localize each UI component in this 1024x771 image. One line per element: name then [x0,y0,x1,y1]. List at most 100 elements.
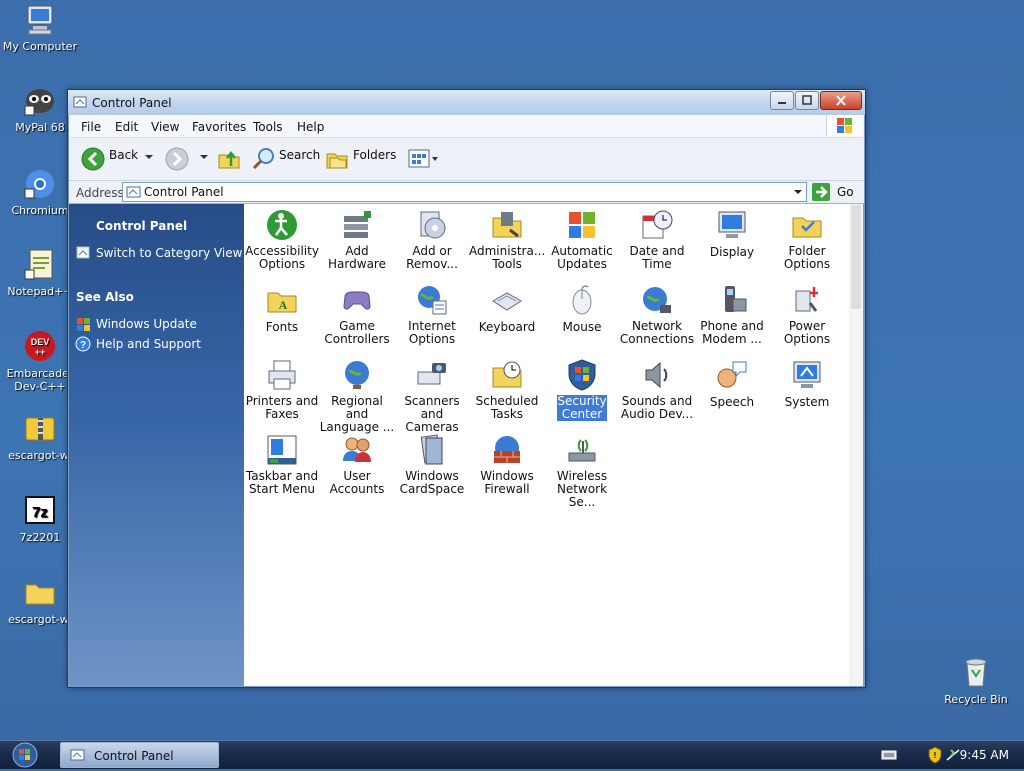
cp-item-user-accounts[interactable]: User Accounts [319,433,395,496]
cp-item-label: Automatic Updates [551,244,613,271]
cp-item-keyboard[interactable]: Keyboard [469,283,545,334]
scrollbar-thumb[interactable] [851,205,861,309]
window-title: Control Panel [92,96,172,110]
forward-dropdown-button[interactable] [199,152,209,165]
close-button[interactable] [820,91,862,110]
search-label[interactable]: Search [279,148,320,162]
help-support-link[interactable]: Help and Support [96,337,201,351]
forward-arrow-icon [165,147,189,171]
cp-item-printers-faxes[interactable]: Printers and Faxes [244,358,320,421]
start-button[interactable] [6,742,42,768]
security-shield-tray-icon[interactable]: ! [927,746,943,767]
cp-item-add-hardware[interactable]: Add Hardware [319,208,395,271]
cp-item-game-controllers[interactable]: Game Controllers [319,283,395,346]
network-tray-icon[interactable] [945,746,961,767]
cp-item-wireless-network[interactable]: Wireless Network Se... [544,433,620,509]
title-bar[interactable]: Control Panel [68,90,865,115]
menu-view[interactable]: View [151,120,179,134]
back-dropdown-button[interactable] [144,152,154,165]
cp-item-label: Date and Time [629,244,685,271]
firewall-icon [490,433,524,467]
phone-modem-icon [715,283,749,317]
go-label: Go [837,185,854,199]
cp-item-regional-language[interactable]: Regional and Language ... [319,358,395,434]
cp-item-label: Scanners and Cameras [404,394,460,434]
fonts-icon: A [265,283,299,317]
desktop-icon-my-computer[interactable]: My Computer [1,3,79,53]
cp-item-label: Administra... Tools [469,244,546,271]
forward-button[interactable] [165,147,189,174]
minimize-button[interactable] [770,91,794,110]
cp-item-security-center[interactable]: Security Center [544,358,620,421]
svg-text:!: ! [934,751,937,760]
cp-item-label: Keyboard [478,320,536,334]
maximize-button[interactable] [795,91,819,110]
game-controllers-icon [340,283,374,317]
cp-item-date-time[interactable]: Date and Time [619,208,695,271]
printers-faxes-icon [265,358,299,392]
cp-item-internet-options[interactable]: Internet Options [394,283,470,346]
cp-item-system[interactable]: System [769,358,845,409]
cp-item-label: Windows Firewall [480,469,534,496]
security-center-icon [565,358,599,392]
address-bar: Address Control Panel Go [69,181,864,204]
menu-tools[interactable]: Tools [253,120,283,134]
cp-item-administrative-tools[interactable]: Administra... Tools [469,208,545,271]
address-label: Address [76,186,124,200]
pane-title: Control Panel [96,219,188,233]
menu-favorites[interactable]: Favorites [192,120,246,134]
control-panel-icon [73,95,87,109]
folders-button[interactable] [325,147,349,174]
cp-item-speech[interactable]: Speech [694,358,770,409]
go-button[interactable]: Go [811,182,861,202]
mypal-icon [23,84,57,118]
menu-edit[interactable]: Edit [115,120,138,134]
cp-item-label: Internet Options [408,319,456,346]
back-button[interactable] [81,147,105,174]
back-label[interactable]: Back [109,148,138,162]
cp-item-scanners-cameras[interactable]: Scanners and Cameras [394,358,470,434]
taskbar-clock: 9:45 AM [959,748,1009,762]
cp-item-sounds-audio[interactable]: Sounds and Audio Dev... [619,358,695,421]
address-dropdown-button[interactable] [790,183,806,201]
cp-item-scheduled-tasks[interactable]: Scheduled Tasks [469,358,545,421]
desktop-icon-recycle-bin[interactable]: Recycle Bin [937,656,1015,706]
search-button[interactable] [252,147,276,174]
internet-options-icon [415,283,449,317]
cp-item-add-remove-programs[interactable]: Add or Remov... [394,208,470,271]
minimize-icon [778,102,786,104]
keyboard-tray-icon[interactable] [881,749,897,764]
up-folder-icon [218,150,240,169]
cp-item-folder-options[interactable]: Folder Options [769,208,845,271]
chevron-down-icon [200,155,208,159]
cp-item-display[interactable]: Display [694,208,770,259]
menu-file[interactable]: File [81,120,101,134]
cp-item-fonts[interactable]: A Fonts [244,283,320,334]
cp-item-automatic-updates[interactable]: Automatic Updates [544,208,620,271]
switch-category-view-link[interactable]: Switch to Category View [96,246,242,260]
windows-update-link[interactable]: Windows Update [96,317,197,331]
cp-item-taskbar-start-menu[interactable]: Taskbar and Start Menu [244,433,320,496]
cp-item-accessibility[interactable]: Accessibility Options [244,208,320,271]
cp-item-cardspace[interactable]: Windows CardSpace [394,433,470,496]
cp-item-power-options[interactable]: Power Options [769,283,845,346]
cp-item-network-connections[interactable]: Network Connections [619,283,695,346]
taskbar-button-control-panel[interactable]: Control Panel [60,742,219,768]
cp-item-label: User Accounts [329,469,385,496]
cp-item-label: Add or Remov... [406,244,458,271]
zip-folder-icon [23,412,57,446]
vertical-scrollbar[interactable] [849,204,863,686]
cp-item-firewall[interactable]: Windows Firewall [469,433,545,496]
devcpp-icon: DEV ++ [23,330,57,364]
views-button[interactable] [407,147,441,174]
folders-label[interactable]: Folders [353,148,396,162]
cp-item-phone-modem[interactable]: Phone and Modem ... [694,283,770,346]
windows-orb-icon [12,742,38,768]
cp-item-mouse[interactable]: Mouse [544,283,620,334]
menu-help[interactable]: Help [297,120,324,134]
svg-text:DEV: DEV [31,337,50,347]
chevron-down-icon [145,155,153,159]
system-icon [790,358,824,392]
address-field[interactable]: Control Panel [122,182,807,202]
up-folder-button[interactable] [217,146,241,173]
